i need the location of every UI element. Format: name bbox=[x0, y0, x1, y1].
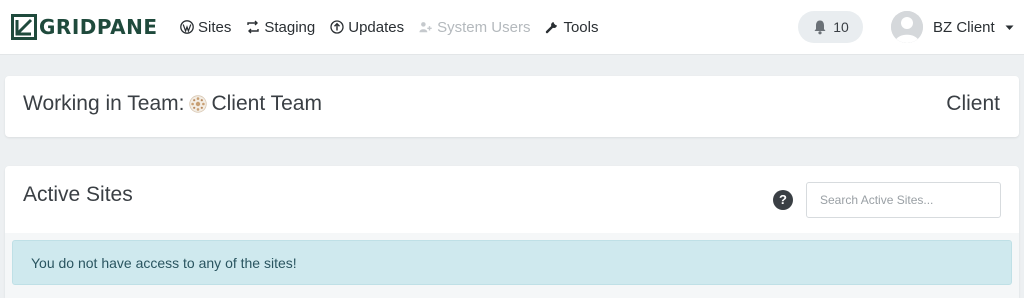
sync-icon bbox=[247, 20, 260, 34]
nav-item-sites[interactable]: Sites bbox=[180, 19, 231, 36]
nav-item-system-users[interactable]: System Users bbox=[419, 19, 530, 36]
help-icon[interactable]: ? bbox=[773, 190, 793, 210]
top-navbar: GRIDPANE Sites Staging Updates System Us… bbox=[0, 0, 1024, 55]
update-circle-icon bbox=[330, 20, 344, 34]
user-menu[interactable]: BZ Client bbox=[891, 11, 1014, 43]
notifications-button[interactable]: 10 bbox=[798, 11, 863, 43]
notification-count: 10 bbox=[833, 19, 849, 35]
brand-name: GRIDPANE bbox=[39, 15, 158, 39]
team-card: Working in Team: Client Team Client bbox=[5, 76, 1019, 137]
users-add-icon bbox=[419, 22, 432, 33]
main-nav: Sites Staging Updates System Users Tools bbox=[180, 15, 614, 39]
team-prefix: Working in Team: bbox=[23, 92, 185, 115]
gridpane-logo-icon bbox=[11, 14, 37, 40]
wrench-icon bbox=[546, 22, 558, 34]
team-role: Client bbox=[946, 92, 1000, 115]
nav-item-staging[interactable]: Staging bbox=[246, 19, 315, 36]
active-sites-title: Active Sites bbox=[23, 183, 133, 206]
bell-icon bbox=[814, 20, 826, 35]
nav-item-tools[interactable]: Tools bbox=[545, 18, 599, 36]
nav-label: System Users bbox=[437, 18, 531, 36]
nav-label: Updates bbox=[348, 18, 405, 36]
active-sites-card: Active Sites ? You do not have access to… bbox=[5, 166, 1019, 298]
team-name: Client Team bbox=[211, 92, 322, 115]
no-access-alert: You do not have access to any of the sit… bbox=[12, 240, 1012, 285]
user-silhouette-icon bbox=[891, 11, 923, 43]
nav-item-updates[interactable]: Updates bbox=[330, 19, 404, 36]
nav-label: Sites bbox=[198, 18, 232, 36]
nav-label: Staging bbox=[264, 18, 316, 36]
user-name: BZ Client bbox=[933, 18, 995, 36]
chevron-down-icon bbox=[1005, 25, 1014, 30]
team-heading: Working in Team: Client Team bbox=[23, 92, 322, 116]
gridpane-logo[interactable]: GRIDPANE bbox=[11, 13, 158, 41]
search-active-sites-input[interactable] bbox=[806, 182, 1001, 218]
avatar bbox=[891, 11, 923, 43]
team-avatar-icon bbox=[189, 95, 208, 113]
nav-label: Tools bbox=[563, 18, 599, 36]
wordpress-icon bbox=[180, 20, 194, 34]
active-sites-body: You do not have access to any of the sit… bbox=[5, 233, 1019, 298]
